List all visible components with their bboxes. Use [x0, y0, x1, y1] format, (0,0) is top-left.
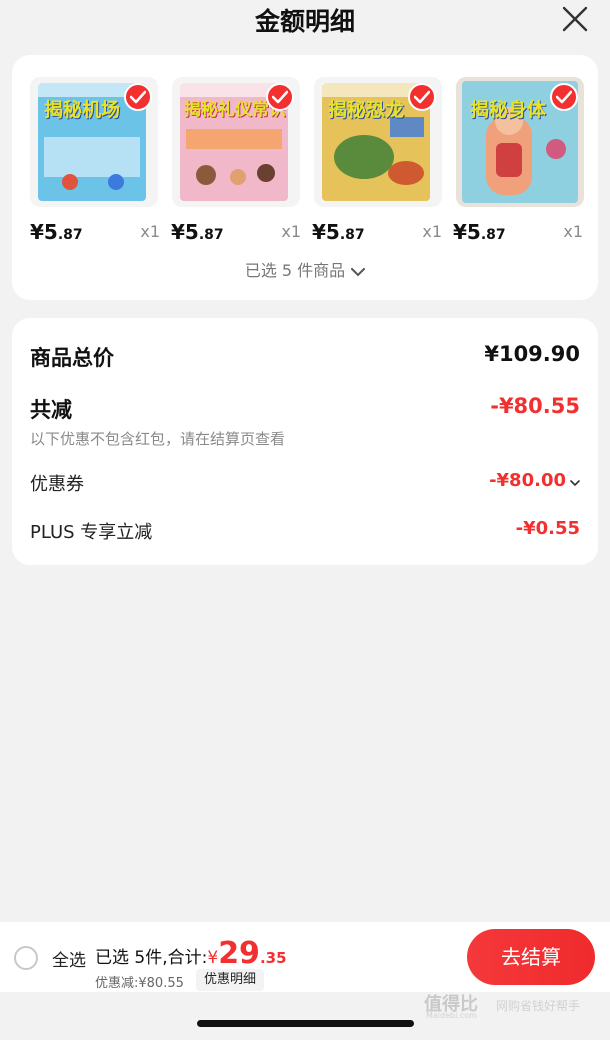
product-title: 揭秘机场 — [44, 99, 121, 121]
product-item[interactable]: 揭秘身体 — [456, 77, 584, 207]
product-price-row: ¥5.87 x1 — [453, 220, 593, 246]
product-item[interactable]: 揭秘礼仪常识 — [172, 77, 300, 207]
product-quantity: x1 — [563, 222, 583, 241]
product-price-row: ¥5.87 x1 — [312, 220, 452, 246]
product-quantity: x1 — [422, 222, 442, 241]
product-title: 揭秘恐龙 — [328, 99, 405, 121]
total-price-value: ¥109.90 — [484, 342, 580, 366]
order-total-prefix: 已选 5件,合计: — [95, 948, 208, 968]
product-price: ¥5.87 — [171, 220, 224, 244]
check-icon[interactable] — [266, 83, 294, 111]
product-quantity: x1 — [281, 222, 301, 241]
price-breakdown-card: 商品总价 ¥109.90 共减 -¥80.55 以下优惠不包含红包，请在结算页查… — [12, 318, 598, 565]
selected-count-label: 已选 5 件商品 — [244, 261, 346, 280]
radio-unchecked-icon[interactable] — [14, 946, 38, 970]
product-title: 揭秘身体 — [470, 99, 547, 121]
page-title: 金额明细 — [254, 7, 355, 36]
total-reduce-label: 共减 — [30, 398, 72, 422]
selected-products-card: 揭秘机场 揭秘礼仪常识 揭秘恐龙 揭秘身体 ¥5.87 x1 ¥5.87 x1 … — [12, 55, 598, 300]
header: 金额明细 — [0, 0, 610, 40]
check-icon[interactable] — [124, 83, 152, 111]
order-total: 已选 5件,合计:¥29.35 — [95, 936, 287, 971]
selected-count-toggle[interactable]: 已选 5 件商品 — [12, 257, 598, 281]
chevron-down-icon — [570, 471, 580, 492]
chevron-down-icon — [351, 262, 366, 281]
product-list: 揭秘机场 揭秘礼仪常识 揭秘恐龙 揭秘身体 — [30, 77, 586, 207]
order-total-decimal: .35 — [259, 949, 287, 967]
checkout-bar: 全选 已选 5件,合计:¥29.35 优惠减:¥80.55 优惠明细 去结算 — [0, 922, 610, 992]
coupon-row[interactable]: 优惠券 -¥80.00 — [30, 470, 580, 498]
product-price-row: ¥5.87 x1 — [171, 220, 311, 246]
plus-discount-row: PLUS 专享立减 -¥0.55 — [30, 518, 580, 546]
close-icon[interactable] — [562, 6, 588, 32]
watermark: 值得比 Maidebi.com 网购省钱好帮手 — [420, 990, 605, 1020]
total-reduce-row: 共减 -¥80.55 — [30, 394, 580, 424]
home-indicator[interactable] — [197, 1020, 414, 1027]
reduce-note: 以下优惠不包含红包，请在结算页查看 — [30, 430, 286, 448]
product-price: ¥5.87 — [453, 220, 506, 244]
watermark-slogan: 网购省钱好帮手 — [496, 999, 581, 1013]
watermark-url: Maidebi.com — [426, 1011, 477, 1020]
discount-amount: 优惠减:¥80.55 — [95, 976, 184, 991]
order-total-currency: ¥ — [207, 948, 219, 968]
coupon-label: 优惠券 — [30, 474, 84, 495]
product-item[interactable]: 揭秘机场 — [30, 77, 158, 207]
plus-discount-value: -¥0.55 — [515, 518, 580, 539]
plus-discount-label: PLUS 专享立减 — [30, 522, 153, 543]
product-price-row: ¥5.87 x1 — [30, 220, 170, 246]
check-icon[interactable] — [550, 83, 578, 111]
order-total-amount: 29 — [218, 936, 260, 971]
total-price-row: 商品总价 ¥109.90 — [30, 342, 580, 372]
coupon-value[interactable]: -¥80.00 — [489, 470, 580, 492]
product-quantity: x1 — [140, 222, 160, 241]
checkout-button[interactable]: 去结算 — [467, 929, 595, 985]
total-reduce-value: -¥80.55 — [490, 394, 580, 418]
discount-detail-button[interactable]: 优惠明细 — [196, 969, 265, 991]
product-item[interactable]: 揭秘恐龙 — [314, 77, 442, 207]
product-price: ¥5.87 — [312, 220, 365, 244]
total-price-label: 商品总价 — [30, 346, 114, 370]
check-icon[interactable] — [408, 83, 436, 111]
product-price: ¥5.87 — [30, 220, 83, 244]
reduce-note-row: 以下优惠不包含红包，请在结算页查看 — [30, 428, 580, 450]
select-all-label[interactable]: 全选 — [52, 946, 86, 971]
